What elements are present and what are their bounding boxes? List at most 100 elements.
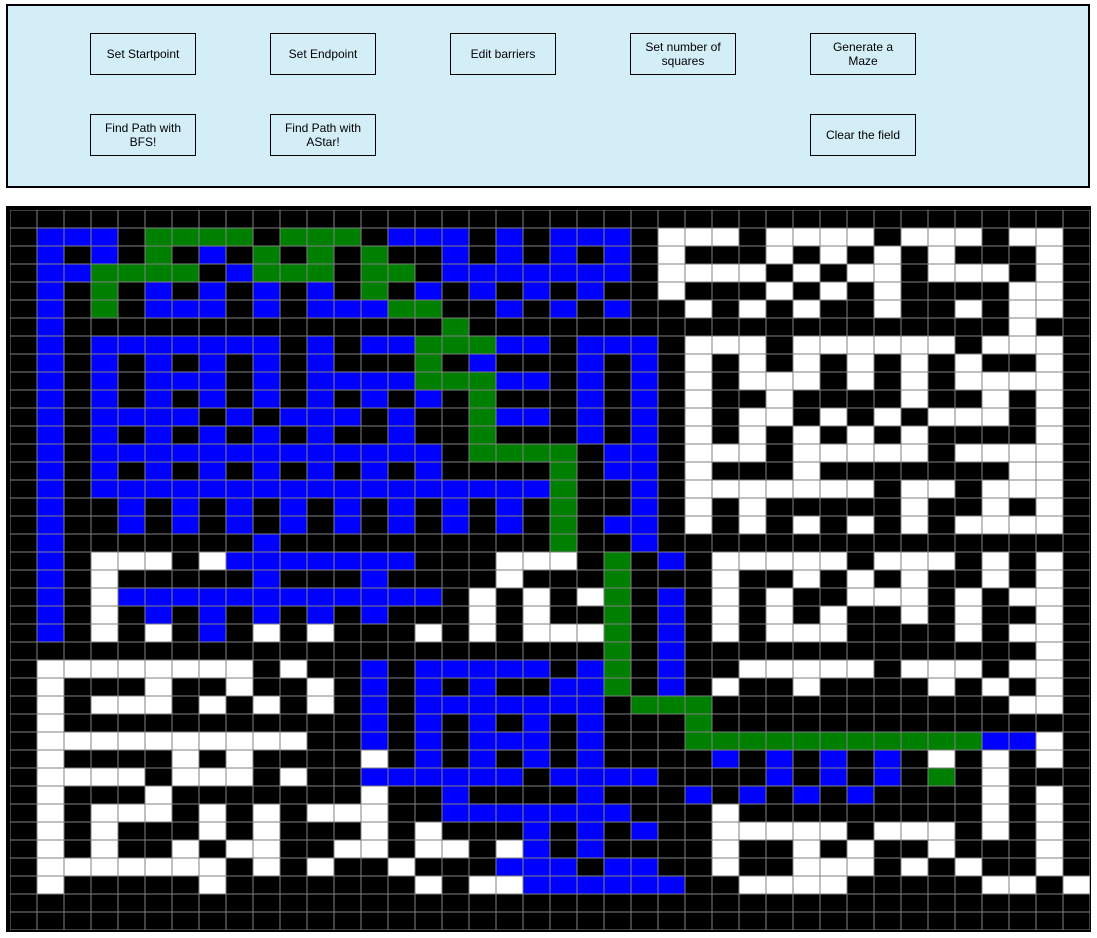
maze-cell-wall[interactable] (954, 551, 983, 571)
maze-cell-wall[interactable] (117, 713, 146, 733)
maze-cell-open[interactable] (225, 767, 254, 787)
maze-cell-wall[interactable] (279, 857, 308, 877)
maze-cell-open[interactable] (711, 821, 740, 841)
maze-cell-wall[interactable] (279, 533, 308, 553)
maze-cell-open[interactable] (846, 515, 875, 535)
maze-cell-wall[interactable] (873, 641, 902, 661)
maze-cell-wall[interactable] (360, 875, 389, 895)
maze-cell-wall[interactable] (630, 893, 659, 913)
maze-cell-wall[interactable] (1008, 641, 1037, 661)
maze-cell-wall[interactable] (495, 461, 524, 481)
maze-cell-wall[interactable] (819, 911, 848, 930)
maze-cell-wall[interactable] (711, 281, 740, 301)
maze-cell-visited[interactable] (198, 353, 227, 373)
maze-cell-wall[interactable] (684, 821, 713, 841)
maze-cell-wall[interactable] (603, 353, 632, 373)
maze-cell-open[interactable] (792, 461, 821, 481)
maze-cell-wall[interactable] (927, 461, 956, 481)
maze-cell-open[interactable] (846, 839, 875, 859)
maze-cell-wall[interactable] (117, 569, 146, 589)
maze-cell-wall[interactable] (846, 245, 875, 265)
maze-cell-wall[interactable] (468, 299, 497, 319)
maze-cell-wall[interactable] (738, 695, 767, 715)
maze-cell-visited[interactable] (765, 767, 794, 787)
maze-cell-open[interactable] (738, 353, 767, 373)
maze-cell-wall[interactable] (630, 785, 659, 805)
maze-cell-wall[interactable] (711, 210, 740, 229)
maze-cell-wall[interactable] (144, 210, 173, 229)
maze-cell-wall[interactable] (279, 605, 308, 625)
maze-cell-wall[interactable] (711, 299, 740, 319)
maze-cell-open[interactable] (954, 371, 983, 391)
maze-cell-visited[interactable] (144, 443, 173, 463)
maze-cell-wall[interactable] (873, 353, 902, 373)
maze-cell-wall[interactable] (171, 695, 200, 715)
maze-cell-visited[interactable] (630, 353, 659, 373)
maze-cell-wall[interactable] (90, 515, 119, 535)
maze-cell-wall[interactable] (900, 641, 929, 661)
maze-cell-visited[interactable] (603, 227, 632, 247)
maze-cell-wall[interactable] (873, 317, 902, 337)
maze-cell-wall[interactable] (360, 911, 389, 930)
maze-cell-wall[interactable] (900, 677, 929, 697)
maze-cell-wall[interactable] (657, 425, 686, 445)
maze-cell-visited[interactable] (36, 245, 65, 265)
maze-cell-open[interactable] (954, 659, 983, 679)
maze-cell-wall[interactable] (981, 659, 1010, 679)
maze-cell-wall[interactable] (63, 281, 92, 301)
maze-cell-wall[interactable] (10, 803, 38, 823)
maze-cell-open[interactable] (171, 857, 200, 877)
maze-cell-visited[interactable] (630, 335, 659, 355)
maze-cell-open[interactable] (1035, 407, 1064, 427)
maze-cell-open[interactable] (1008, 461, 1037, 481)
maze-cell-open[interactable] (873, 263, 902, 283)
maze-cell-visited[interactable] (252, 389, 281, 409)
maze-cell-open[interactable] (414, 623, 443, 643)
maze-cell-wall[interactable] (576, 479, 605, 499)
maze-cell-wall[interactable] (387, 210, 416, 229)
maze-cell-open[interactable] (792, 515, 821, 535)
maze-cell-open[interactable] (819, 875, 848, 895)
maze-cell-open[interactable] (927, 263, 956, 283)
maze-cell-wall[interactable] (63, 785, 92, 805)
maze-cell-visited[interactable] (495, 245, 524, 265)
maze-cell-wall[interactable] (549, 425, 578, 445)
maze-cell-open[interactable] (1035, 695, 1064, 715)
maze-cell-open[interactable] (900, 389, 929, 409)
maze-cell-visited[interactable] (819, 767, 848, 787)
maze-cell-wall[interactable] (279, 803, 308, 823)
maze-cell-wall[interactable] (117, 245, 146, 265)
maze-cell-wall[interactable] (927, 785, 956, 805)
maze-cell-visited[interactable] (360, 587, 389, 607)
maze-cell-wall[interactable] (711, 893, 740, 913)
maze-cell-wall[interactable] (1062, 677, 1090, 697)
maze-cell-wall[interactable] (549, 210, 578, 229)
maze-cell-open[interactable] (171, 749, 200, 769)
maze-cell-wall[interactable] (441, 821, 470, 841)
maze-cell-visited[interactable] (495, 371, 524, 391)
maze-cell-wall[interactable] (765, 210, 794, 229)
maze-cell-open[interactable] (981, 407, 1010, 427)
maze-cell-wall[interactable] (171, 210, 200, 229)
maze-cell-wall[interactable] (981, 425, 1010, 445)
maze-cell-wall[interactable] (738, 893, 767, 913)
maze-cell-visited[interactable] (252, 353, 281, 373)
maze-cell-wall[interactable] (10, 821, 38, 841)
maze-cell-wall[interactable] (1008, 839, 1037, 859)
maze-cell-wall[interactable] (981, 623, 1010, 643)
maze-cell-wall[interactable] (333, 623, 362, 643)
maze-cell-wall[interactable] (495, 677, 524, 697)
maze-cell-wall[interactable] (10, 353, 38, 373)
maze-cell-visited[interactable] (36, 335, 65, 355)
maze-cell-wall[interactable] (954, 335, 983, 355)
maze-cell-wall[interactable] (738, 911, 767, 930)
maze-cell-visited[interactable] (603, 245, 632, 265)
maze-cell-path[interactable] (306, 245, 335, 265)
maze-cell-path[interactable] (549, 479, 578, 499)
maze-cell-wall[interactable] (198, 641, 227, 661)
maze-cell-wall[interactable] (765, 785, 794, 805)
maze-cell-visited[interactable] (576, 335, 605, 355)
maze-cell-wall[interactable] (954, 533, 983, 553)
maze-cell-open[interactable] (819, 821, 848, 841)
maze-cell-visited[interactable] (522, 839, 551, 859)
